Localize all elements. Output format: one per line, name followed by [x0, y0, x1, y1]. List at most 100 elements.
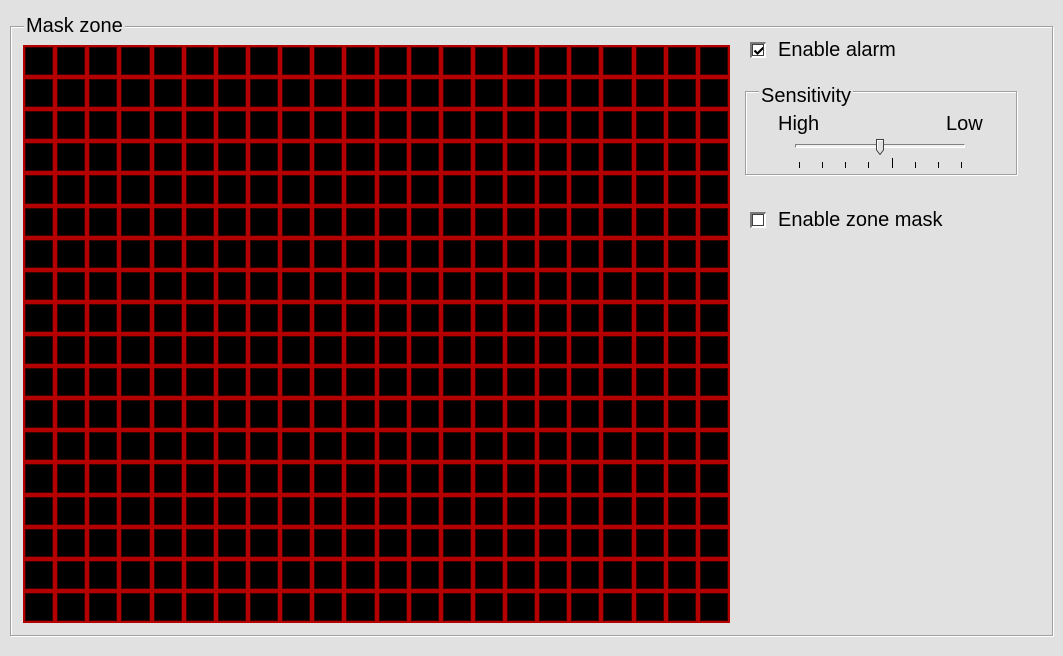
- mask-cell[interactable]: [408, 558, 441, 591]
- mask-cell[interactable]: [23, 558, 56, 591]
- mask-cell[interactable]: [601, 77, 634, 110]
- mask-cell[interactable]: [408, 590, 441, 623]
- mask-cell[interactable]: [119, 526, 152, 559]
- mask-cell[interactable]: [183, 333, 216, 367]
- mask-cell[interactable]: [247, 462, 281, 495]
- mask-zone-grid[interactable]: [23, 45, 730, 623]
- mask-cell[interactable]: [569, 366, 602, 399]
- mask-cell[interactable]: [215, 366, 248, 399]
- mask-cell[interactable]: [569, 45, 602, 78]
- mask-cell[interactable]: [569, 590, 602, 623]
- enable-zone-mask-checkbox[interactable]: [750, 212, 766, 228]
- mask-cell[interactable]: [312, 333, 345, 367]
- mask-cell[interactable]: [601, 494, 634, 527]
- mask-cell[interactable]: [55, 109, 88, 142]
- mask-cell[interactable]: [344, 77, 377, 110]
- mask-cell[interactable]: [312, 237, 345, 270]
- mask-cell[interactable]: [23, 430, 56, 463]
- mask-cell[interactable]: [87, 366, 120, 399]
- mask-cell[interactable]: [537, 141, 570, 174]
- mask-cell[interactable]: [665, 205, 698, 238]
- mask-cell[interactable]: [280, 590, 313, 623]
- mask-cell[interactable]: [697, 398, 730, 431]
- mask-cell[interactable]: [87, 333, 120, 367]
- mask-cell[interactable]: [119, 173, 152, 206]
- mask-cell[interactable]: [183, 430, 216, 463]
- mask-cell[interactable]: [569, 430, 602, 463]
- mask-cell[interactable]: [569, 269, 602, 302]
- mask-cell[interactable]: [697, 494, 730, 527]
- mask-cell[interactable]: [344, 141, 377, 174]
- mask-cell[interactable]: [119, 430, 152, 463]
- mask-cell[interactable]: [312, 558, 345, 591]
- mask-cell[interactable]: [151, 173, 184, 206]
- mask-cell[interactable]: [472, 141, 506, 174]
- mask-cell[interactable]: [87, 558, 120, 591]
- mask-cell[interactable]: [697, 269, 730, 302]
- mask-cell[interactable]: [215, 494, 248, 527]
- mask-cell[interactable]: [601, 590, 634, 623]
- mask-cell[interactable]: [280, 77, 313, 110]
- sensitivity-slider-thumb[interactable]: [876, 139, 884, 155]
- mask-cell[interactable]: [344, 366, 377, 399]
- mask-cell[interactable]: [537, 205, 570, 238]
- mask-cell[interactable]: [280, 462, 313, 495]
- mask-cell[interactable]: [312, 45, 345, 78]
- mask-cell[interactable]: [344, 430, 377, 463]
- mask-cell[interactable]: [247, 494, 281, 527]
- mask-cell[interactable]: [376, 366, 409, 399]
- mask-cell[interactable]: [344, 45, 377, 78]
- mask-cell[interactable]: [151, 141, 184, 174]
- mask-cell[interactable]: [312, 109, 345, 142]
- mask-cell[interactable]: [23, 462, 56, 495]
- mask-cell[interactable]: [280, 398, 313, 431]
- mask-cell[interactable]: [280, 333, 313, 367]
- mask-cell[interactable]: [280, 526, 313, 559]
- mask-cell[interactable]: [440, 366, 473, 399]
- mask-cell[interactable]: [55, 77, 88, 110]
- mask-cell[interactable]: [247, 205, 281, 238]
- mask-cell[interactable]: [601, 45, 634, 78]
- mask-cell[interactable]: [215, 237, 248, 270]
- mask-cell[interactable]: [119, 590, 152, 623]
- mask-cell[interactable]: [87, 45, 120, 78]
- mask-cell[interactable]: [151, 590, 184, 623]
- mask-cell[interactable]: [633, 430, 666, 463]
- mask-cell[interactable]: [472, 173, 506, 206]
- mask-cell[interactable]: [119, 45, 152, 78]
- mask-cell[interactable]: [151, 558, 184, 591]
- mask-cell[interactable]: [472, 237, 506, 270]
- mask-cell[interactable]: [633, 366, 666, 399]
- mask-cell[interactable]: [183, 590, 216, 623]
- mask-cell[interactable]: [344, 462, 377, 495]
- mask-cell[interactable]: [55, 398, 88, 431]
- mask-cell[interactable]: [505, 237, 538, 270]
- mask-cell[interactable]: [55, 141, 88, 174]
- mask-cell[interactable]: [87, 590, 120, 623]
- mask-cell[interactable]: [633, 526, 666, 559]
- mask-cell[interactable]: [537, 526, 570, 559]
- mask-cell[interactable]: [247, 45, 281, 78]
- mask-cell[interactable]: [119, 333, 152, 367]
- mask-cell[interactable]: [215, 590, 248, 623]
- mask-cell[interactable]: [23, 398, 56, 431]
- mask-cell[interactable]: [665, 77, 698, 110]
- mask-cell[interactable]: [87, 237, 120, 270]
- mask-cell[interactable]: [505, 590, 538, 623]
- mask-cell[interactable]: [665, 558, 698, 591]
- mask-cell[interactable]: [247, 77, 281, 110]
- mask-cell[interactable]: [408, 109, 441, 142]
- mask-cell[interactable]: [119, 462, 152, 495]
- mask-cell[interactable]: [215, 558, 248, 591]
- mask-cell[interactable]: [601, 398, 634, 431]
- mask-cell[interactable]: [55, 494, 88, 527]
- mask-cell[interactable]: [665, 462, 698, 495]
- mask-cell[interactable]: [440, 269, 473, 302]
- mask-cell[interactable]: [55, 430, 88, 463]
- mask-cell[interactable]: [247, 526, 281, 559]
- mask-cell[interactable]: [505, 301, 538, 334]
- mask-cell[interactable]: [697, 205, 730, 238]
- mask-cell[interactable]: [87, 141, 120, 174]
- mask-cell[interactable]: [183, 462, 216, 495]
- mask-cell[interactable]: [151, 366, 184, 399]
